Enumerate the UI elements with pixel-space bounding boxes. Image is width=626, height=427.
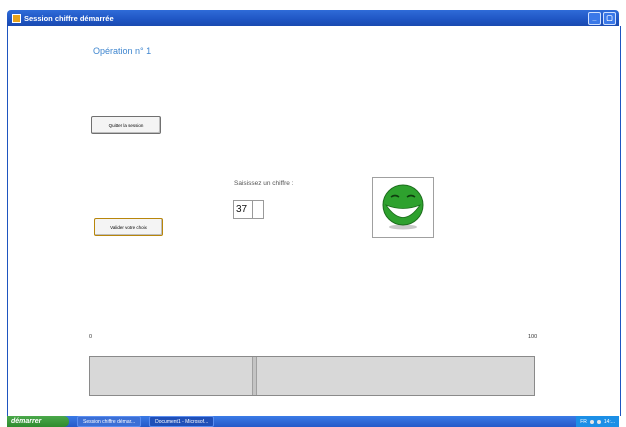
number-prompt: Saisissez un chiffre :: [234, 180, 294, 187]
system-tray: FR 14:...: [576, 416, 619, 427]
feedback-panel: [372, 177, 434, 238]
window-title: Session chiffre démarrée: [24, 13, 114, 23]
screen: Session chiffre démarrée _ ▢ Opération n…: [0, 0, 626, 427]
taskbar: démarrer Session chiffre démar... Docume…: [7, 416, 619, 427]
number-input-value: 37: [234, 201, 253, 218]
title-bar: Session chiffre démarrée _ ▢: [7, 10, 619, 26]
clock: 14:...: [603, 418, 615, 425]
validate-choice-button[interactable]: Valider votre choix: [94, 218, 163, 236]
scale-min-label: 0: [89, 334, 93, 340]
tray-icon[interactable]: [596, 419, 601, 424]
minimize-button[interactable]: _: [588, 12, 601, 25]
taskbar-item-session[interactable]: Session chiffre démar...: [77, 416, 142, 427]
window-controls: _ ▢: [588, 12, 616, 25]
language-indicator[interactable]: FR: [580, 419, 587, 425]
operation-title: Opération n° 1: [93, 46, 152, 56]
tray-icon[interactable]: [589, 419, 594, 424]
number-input[interactable]: 37: [233, 200, 264, 219]
taskbar-item-label: Document1 - Microsof...: [155, 418, 209, 425]
app-icon: [12, 13, 21, 23]
happy-smiley-icon: [382, 184, 424, 230]
scale-max-label: 100: [528, 334, 538, 340]
taskbar-item-document[interactable]: Document1 - Microsof...: [149, 416, 215, 427]
taskbar-item-label: Session chiffre démar...: [83, 418, 136, 425]
start-label: démarrer: [11, 418, 42, 425]
maximize-button[interactable]: ▢: [603, 12, 616, 25]
scale-thumb[interactable]: [252, 357, 258, 395]
start-button[interactable]: démarrer: [7, 416, 69, 427]
quit-session-button[interactable]: Quitter la session: [91, 116, 161, 134]
number-scale-track[interactable]: [89, 356, 535, 396]
